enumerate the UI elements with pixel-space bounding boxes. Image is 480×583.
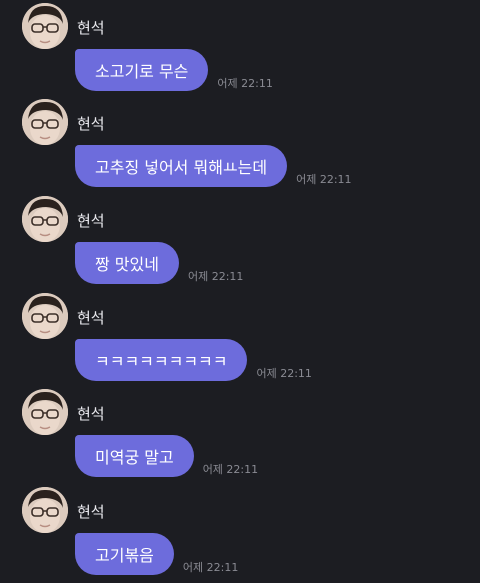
avatar[interactable] (22, 3, 68, 49)
avatar[interactable] (22, 99, 68, 145)
message-row: 짱 맛있네 어제 22:11 (75, 242, 243, 284)
message-group: 현석 고기볶음 어제 22:11 (0, 487, 480, 583)
message-row: 미역궁 말고 어제 22:11 (75, 435, 258, 477)
message-bubble[interactable]: 고추징 넣어서 뭐해ㅛ는데 (75, 145, 288, 187)
avatar[interactable] (22, 293, 68, 339)
message-bubble[interactable]: 소고기로 무슨 (75, 49, 209, 91)
sender-name: 현석 (77, 115, 105, 133)
avatar[interactable] (22, 196, 68, 242)
sender-name: 현석 (77, 503, 105, 521)
message-row: 소고기로 무슨 어제 22:11 (75, 49, 273, 91)
message-group: 현석 소고기로 무슨 어제 22:11 (0, 3, 480, 103)
message-group: 현석 고추징 넣어서 뭐해ㅛ는데 어제 22:11 (0, 99, 480, 199)
avatar[interactable] (22, 487, 68, 533)
message-bubble[interactable]: 고기볶음 (75, 533, 174, 575)
sender-name: 현석 (77, 309, 105, 327)
message-row: 고추징 넣어서 뭐해ㅛ는데 어제 22:11 (75, 145, 352, 187)
message-timestamp: 어제 22:11 (187, 270, 244, 283)
message-bubble[interactable]: 미역궁 말고 (75, 435, 194, 477)
sender-name: 현석 (77, 212, 105, 230)
avatar[interactable] (22, 389, 68, 435)
message-timestamp: 어제 22:11 (217, 77, 273, 90)
message-bubble[interactable]: 짱 맛있네 (75, 242, 179, 284)
sender-name: 현석 (77, 405, 105, 423)
message-timestamp: 어제 22:11 (256, 367, 312, 380)
sender-name: 현석 (77, 19, 105, 37)
message-group: 현석 짱 맛있네 어제 22:11 (0, 196, 480, 296)
message-bubble[interactable]: ㅋㅋㅋㅋㅋㅋㅋㅋㅋ (75, 339, 248, 381)
message-timestamp: 어제 22:11 (296, 173, 352, 186)
message-row: ㅋㅋㅋㅋㅋㅋㅋㅋㅋ 어제 22:11 (75, 339, 312, 381)
message-timestamp: 어제 22:11 (202, 463, 259, 476)
message-group: 현석 ㅋㅋㅋㅋㅋㅋㅋㅋㅋ 어제 22:11 (0, 293, 480, 393)
chat-message-list[interactable]: 현석 소고기로 무슨 어제 22:11 현석 고추징 넣어서 뭐해ㅛ는데 어제 … (0, 0, 480, 583)
message-timestamp: 어제 22:11 (182, 561, 239, 574)
message-row: 고기볶음 어제 22:11 (75, 533, 238, 575)
message-group: 현석 미역궁 말고 어제 22:11 (0, 389, 480, 489)
